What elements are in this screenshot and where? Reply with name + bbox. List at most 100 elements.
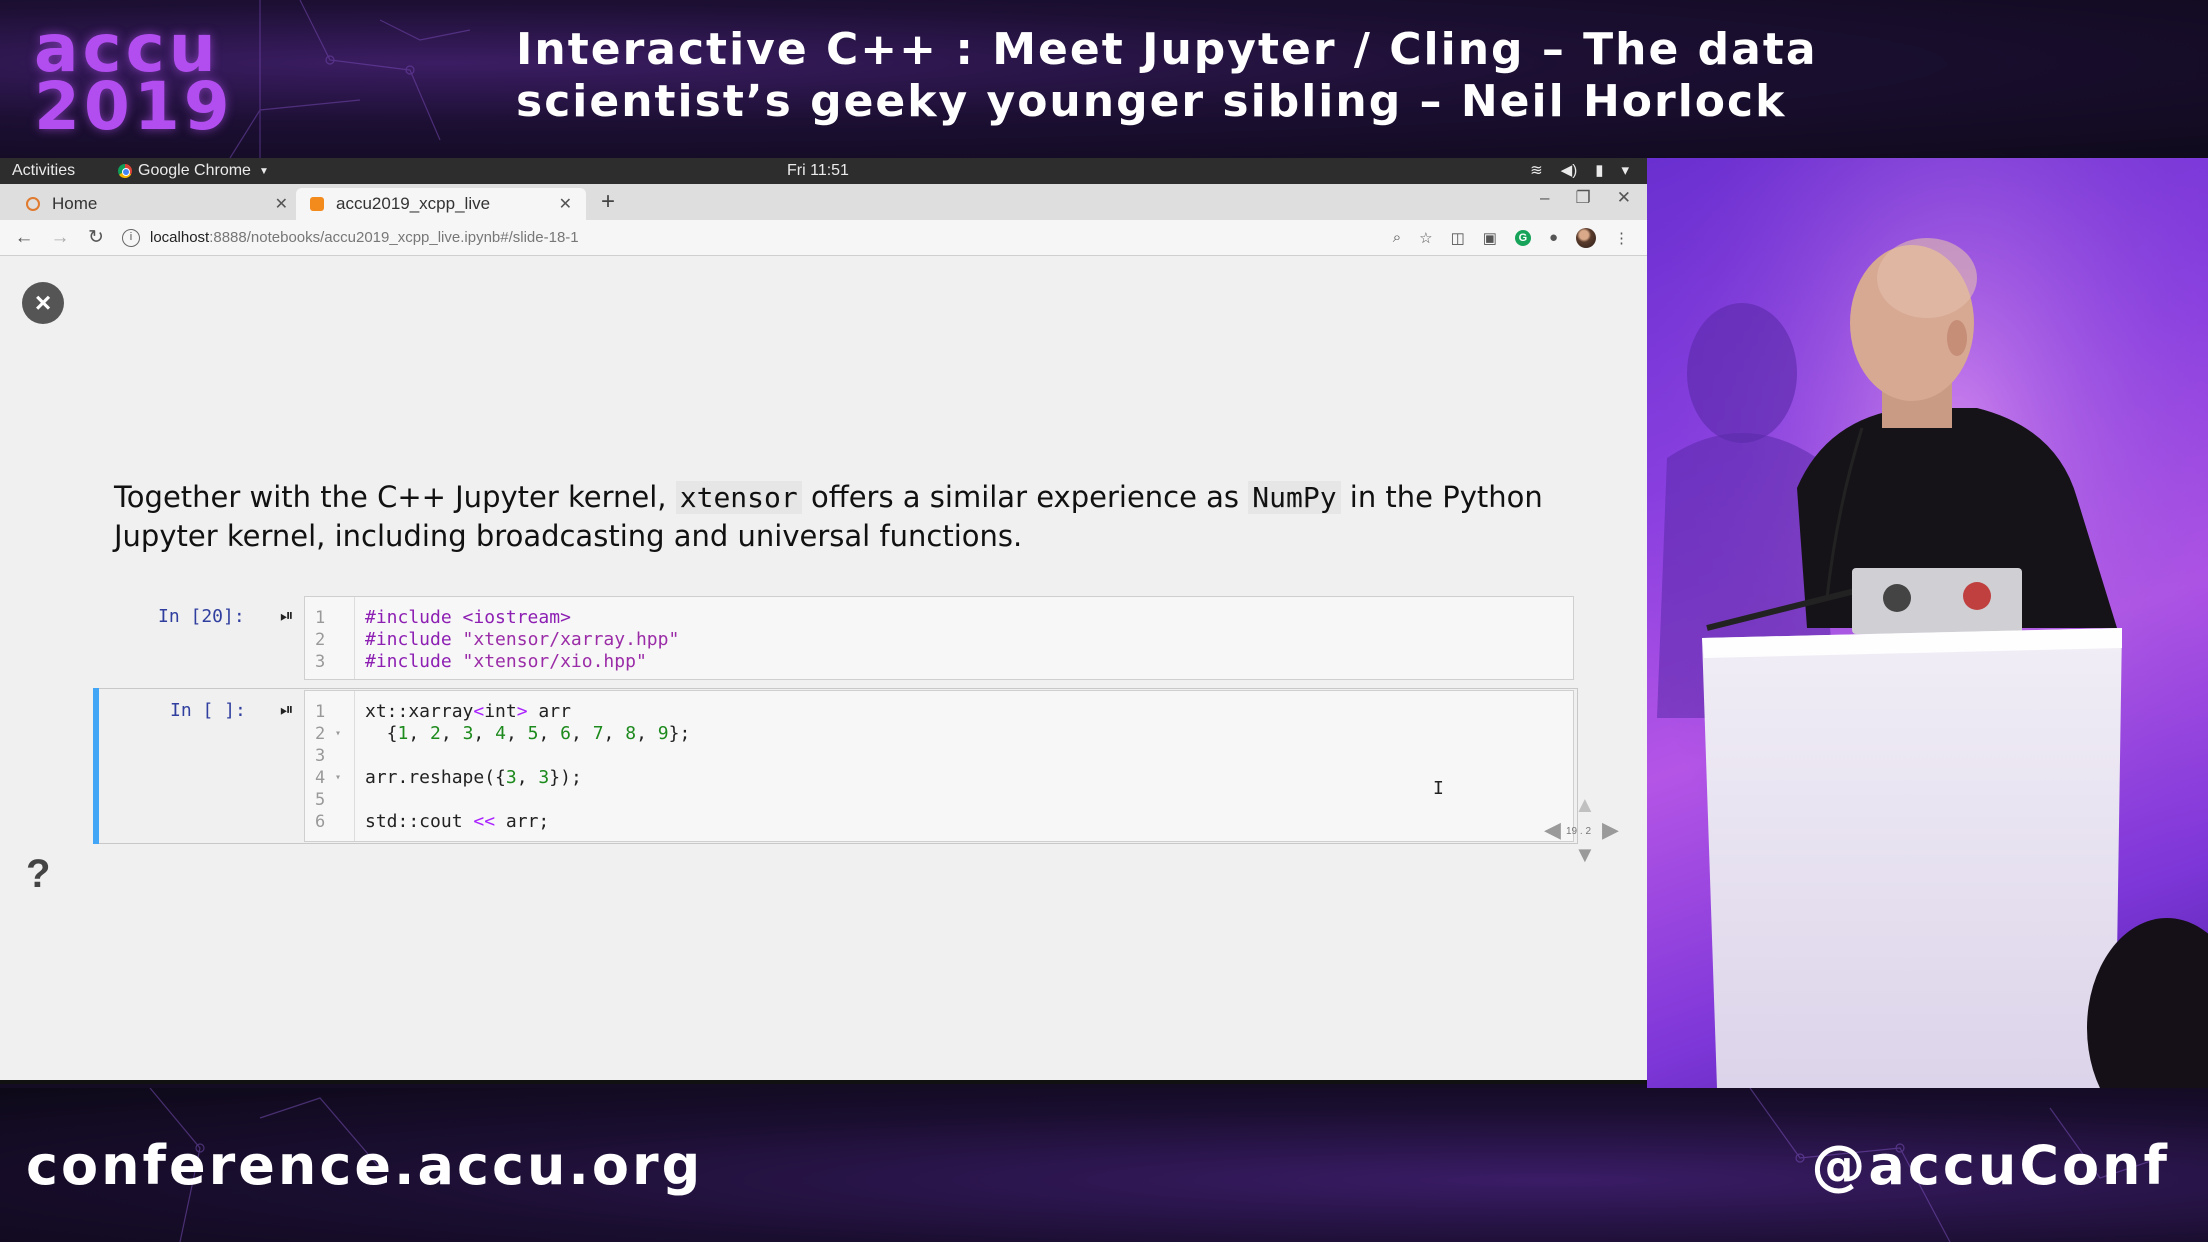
code-token: ,: [408, 723, 431, 744]
cell-prompt: In [20]:: [158, 606, 245, 627]
cell-prompt: In [ ]:: [170, 700, 246, 721]
extension-circle-icon[interactable]: ●: [1549, 229, 1558, 246]
code-cell-includes[interactable]: In [20]: ⏯ 1 #include <iostream> 2 #include…: [94, 596, 1578, 680]
close-slideshow-icon[interactable]: ×: [22, 282, 64, 324]
code-token: ,: [440, 723, 463, 744]
code-token: ,: [473, 723, 496, 744]
code-token: "xtensor/xio.hpp": [462, 651, 647, 672]
line-number: 5: [315, 790, 326, 810]
slide-down-arrow-icon[interactable]: ▼: [1574, 844, 1596, 866]
wifi-icon: ≋: [1530, 162, 1543, 179]
tab-home[interactable]: Home ✕: [12, 188, 302, 220]
code-token: #include: [365, 651, 463, 672]
chevron-down-icon: ▼: [258, 165, 269, 177]
info-icon[interactable]: i: [122, 228, 140, 247]
grammarly-icon[interactable]: G: [1514, 229, 1531, 246]
conference-url: conference.accu.org: [26, 1134, 704, 1197]
help-icon[interactable]: ?: [26, 852, 50, 897]
url-path: :8888/notebooks/accu2019_xcpp_live.ipynb…: [209, 229, 579, 246]
text-cursor-icon: I: [1433, 778, 1444, 799]
code-token: ,: [505, 723, 528, 744]
code-text: xt::xarray<int> arr: [365, 701, 571, 723]
slide-area: × Together with the C++ Jupyter kernel, …: [0, 256, 1647, 1080]
run-cell-icon[interactable]: ⏯: [280, 606, 294, 626]
inline-code-xtensor: xtensor: [675, 481, 802, 514]
new-tab-icon[interactable]: +: [601, 188, 615, 216]
code-text: arr.reshape({3, 3});: [365, 767, 582, 789]
inline-code-numpy: NumPy: [1248, 481, 1341, 514]
fold-toggle-icon[interactable]: ▾: [335, 767, 341, 789]
conference-handle: @accuConf: [1811, 1134, 2170, 1197]
clock[interactable]: Fri 11:51: [787, 162, 849, 180]
code-token: arr;: [495, 811, 550, 832]
fold-toggle-icon[interactable]: ▾: [335, 723, 341, 745]
extension-shield-icon[interactable]: ▣: [1483, 229, 1497, 247]
code-token: 4: [495, 723, 506, 744]
browser-tab-strip: Home ✕ accu2019_xcpp_live ✕ + – ❐ ✕: [0, 184, 1647, 220]
code-token: 8: [625, 723, 637, 744]
slide-right-arrow-icon[interactable]: ▶: [1602, 819, 1619, 841]
kebab-menu-icon[interactable]: ⋮: [1614, 229, 1629, 247]
code-cell-xarray[interactable]: In [ ]: ⏯ 1 xt::xarray<int> arr 2 ▾ {1, 2, …: [93, 688, 1578, 844]
code-editor[interactable]: 1 xt::xarray<int> arr 2 ▾ {1, 2, 3, 4, 5, 6…: [304, 690, 1574, 842]
logo-line-2: 2019: [34, 68, 234, 145]
browser-toolbar: ← → ↻ i localhost:8888/notebooks/accu201…: [0, 220, 1647, 256]
code-token: #include: [365, 629, 463, 650]
battery-icon: ▮: [1595, 162, 1604, 179]
speaker-camera-feed: [1647, 158, 2208, 1088]
code-text: #include <iostream>: [365, 607, 571, 629]
minimize-icon[interactable]: –: [1540, 188, 1549, 208]
code-text: #include "xtensor/xarray.hpp": [365, 629, 679, 651]
code-token: ,: [516, 767, 539, 788]
code-token: <<: [473, 811, 496, 832]
code-token: 2: [430, 723, 441, 744]
line-number: 2: [315, 630, 326, 650]
gnome-top-bar: Activities Google Chrome ▼ Fri 11:51 ≋ ◀…: [0, 158, 1647, 184]
run-cell-icon[interactable]: ⏯: [280, 700, 294, 720]
reload-icon[interactable]: ↻: [78, 226, 114, 249]
line-number: 4: [315, 768, 326, 788]
address-bar[interactable]: i localhost:8888/notebooks/accu2019_xcpp…: [122, 228, 1393, 247]
code-token: ,: [603, 723, 626, 744]
talk-title-line-2: scientist’s geeky younger sibling – Neil…: [516, 76, 1787, 127]
profile-avatar-icon[interactable]: [1576, 227, 1596, 248]
code-editor[interactable]: 1 #include <iostream> 2 #include "xtensor/x…: [304, 596, 1574, 680]
restore-icon[interactable]: ❐: [1576, 188, 1591, 208]
tab-label: Home: [52, 194, 98, 213]
code-token: 6: [560, 723, 572, 744]
talk-title: Interactive C++ : Meet Jupyter / Cling –…: [516, 24, 2196, 128]
code-text: #include "xtensor/xio.hpp": [365, 651, 647, 673]
zoom-icon[interactable]: ⌕: [1393, 229, 1401, 246]
para-text: Together with the C++ Jupyter kernel,: [114, 480, 676, 514]
code-token: 1: [397, 723, 409, 744]
screen-capture: Activities Google Chrome ▼ Fri 11:51 ≋ ◀…: [0, 158, 1647, 1084]
slide-up-arrow-icon[interactable]: ▲: [1574, 794, 1596, 816]
slide-left-arrow-icon[interactable]: ◀: [1544, 819, 1561, 841]
code-token: 3: [462, 723, 474, 744]
code-token: ,: [571, 723, 593, 744]
close-tab-icon[interactable]: ✕: [559, 194, 572, 214]
activities-button[interactable]: Activities: [12, 162, 75, 180]
code-token: };: [668, 723, 691, 744]
back-arrow-icon[interactable]: ←: [6, 227, 42, 249]
jupyter-favicon-icon: [310, 197, 324, 211]
bookmark-star-icon[interactable]: ☆: [1419, 229, 1432, 247]
pocket-icon[interactable]: ◫: [1451, 229, 1465, 247]
app-menu[interactable]: Google Chrome ▼: [118, 162, 269, 180]
window-controls: – ❐ ✕: [1540, 188, 1631, 208]
tab-label: accu2019_xcpp_live: [336, 194, 491, 213]
close-tab-icon[interactable]: ✕: [275, 194, 288, 214]
system-tray[interactable]: ≋ ◀) ▮ ▾: [1530, 161, 1629, 179]
url-host: localhost: [150, 229, 210, 246]
tab-notebook[interactable]: accu2019_xcpp_live ✕: [296, 188, 586, 220]
code-text: std::cout << arr;: [365, 811, 549, 833]
code-token: <: [473, 701, 485, 722]
code-token: 9: [657, 723, 669, 744]
close-window-icon[interactable]: ✕: [1617, 188, 1631, 208]
forward-arrow-icon[interactable]: →: [42, 227, 78, 249]
conference-banner-top: accu 2019 Interactive C++ : Meet Jupyter…: [0, 0, 2208, 158]
code-token: >: [516, 701, 528, 722]
slide-paragraph: Together with the C++ Jupyter kernel, xt…: [114, 478, 1554, 556]
code-token: arr: [527, 701, 571, 722]
line-number: 6: [315, 812, 326, 832]
